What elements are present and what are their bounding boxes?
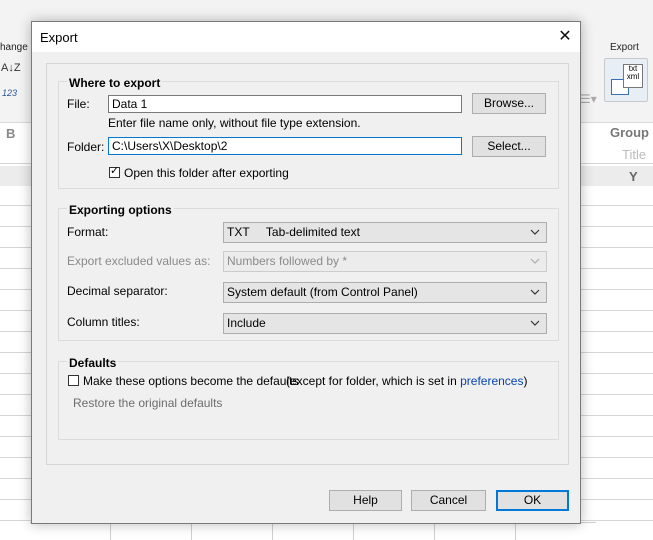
folder-input[interactable] bbox=[108, 137, 462, 155]
defaults-note: (except for folder, which is set in pref… bbox=[286, 374, 527, 388]
make-default-label[interactable]: Make these options become the defaults bbox=[83, 374, 298, 388]
where-to-export-heading: Where to export bbox=[67, 76, 163, 90]
column-header-b[interactable]: B bbox=[6, 126, 15, 141]
chevron-down-icon bbox=[530, 258, 540, 264]
format-select[interactable]: TXT Tab-delimited text bbox=[223, 222, 547, 243]
excluded-values-value: Numbers followed by * bbox=[227, 254, 348, 268]
column-titles-value: Include bbox=[227, 316, 266, 330]
close-icon[interactable]: ✕ bbox=[554, 27, 576, 47]
file-label: File: bbox=[67, 97, 90, 111]
column-title-placeholder[interactable]: Title bbox=[622, 147, 646, 162]
ribbon-export-label: Export bbox=[610, 42, 639, 53]
number-format-icon[interactable]: 123 bbox=[2, 88, 17, 98]
format-label: Format: bbox=[67, 225, 109, 239]
decimal-separator-select[interactable]: System default (from Control Panel) bbox=[223, 282, 547, 303]
chevron-down-icon bbox=[530, 289, 540, 295]
file-hint: Enter file name only, without file type … bbox=[108, 116, 361, 130]
dialog-title: Export bbox=[40, 30, 78, 45]
chevron-down-icon bbox=[530, 229, 540, 235]
column-titles-select[interactable]: Include bbox=[223, 313, 547, 334]
txt-xml-icon: txt xml bbox=[623, 64, 643, 88]
column-header-group[interactable]: Group bbox=[610, 125, 649, 140]
checkmark-icon: ✓ bbox=[110, 165, 120, 177]
export-ribbon-button[interactable]: txt xml bbox=[604, 58, 648, 102]
decimal-separator-value: System default (from Control Panel) bbox=[227, 285, 418, 299]
preferences-link[interactable]: preferences bbox=[460, 374, 523, 388]
exporting-options-heading: Exporting options bbox=[67, 203, 174, 217]
ok-button[interactable]: OK bbox=[496, 490, 569, 511]
open-folder-checkbox[interactable]: ✓ bbox=[109, 165, 120, 178]
menu-icon[interactable]: ☰▾ bbox=[580, 92, 597, 106]
export-dialog: Export ✕ Where to export File: Browse...… bbox=[31, 21, 581, 524]
make-default-checkbox[interactable] bbox=[68, 375, 79, 386]
restore-defaults-link[interactable]: Restore the original defaults bbox=[73, 396, 222, 410]
column-titles-label: Column titles: bbox=[67, 315, 140, 329]
excluded-values-label: Export excluded values as: bbox=[67, 254, 211, 268]
dialog-titlebar[interactable]: Export ✕ bbox=[32, 22, 580, 52]
sort-icon[interactable]: A↓Z bbox=[1, 62, 21, 74]
defaults-note-text: (except for folder, which is set in bbox=[286, 374, 457, 388]
select-folder-button[interactable]: Select... bbox=[472, 136, 546, 157]
open-folder-label[interactable]: Open this folder after exporting bbox=[124, 166, 289, 180]
decimal-separator-label: Decimal separator: bbox=[67, 284, 168, 298]
defaults-heading: Defaults bbox=[67, 356, 119, 370]
excluded-values-select: Numbers followed by * bbox=[223, 251, 547, 272]
help-button[interactable]: Help bbox=[329, 490, 402, 511]
format-value: TXT Tab-delimited text bbox=[227, 225, 360, 239]
defaults-note-close: ) bbox=[523, 374, 528, 388]
chevron-down-icon bbox=[530, 320, 540, 326]
folder-label: Folder: bbox=[67, 140, 105, 154]
bottom-cells bbox=[30, 522, 596, 540]
browse-button[interactable]: Browse... bbox=[472, 93, 546, 114]
ribbon-label-change: hange bbox=[0, 42, 28, 53]
cancel-button[interactable]: Cancel bbox=[411, 490, 486, 511]
file-name-input[interactable] bbox=[108, 95, 462, 113]
column-header-y: Y bbox=[629, 169, 638, 184]
